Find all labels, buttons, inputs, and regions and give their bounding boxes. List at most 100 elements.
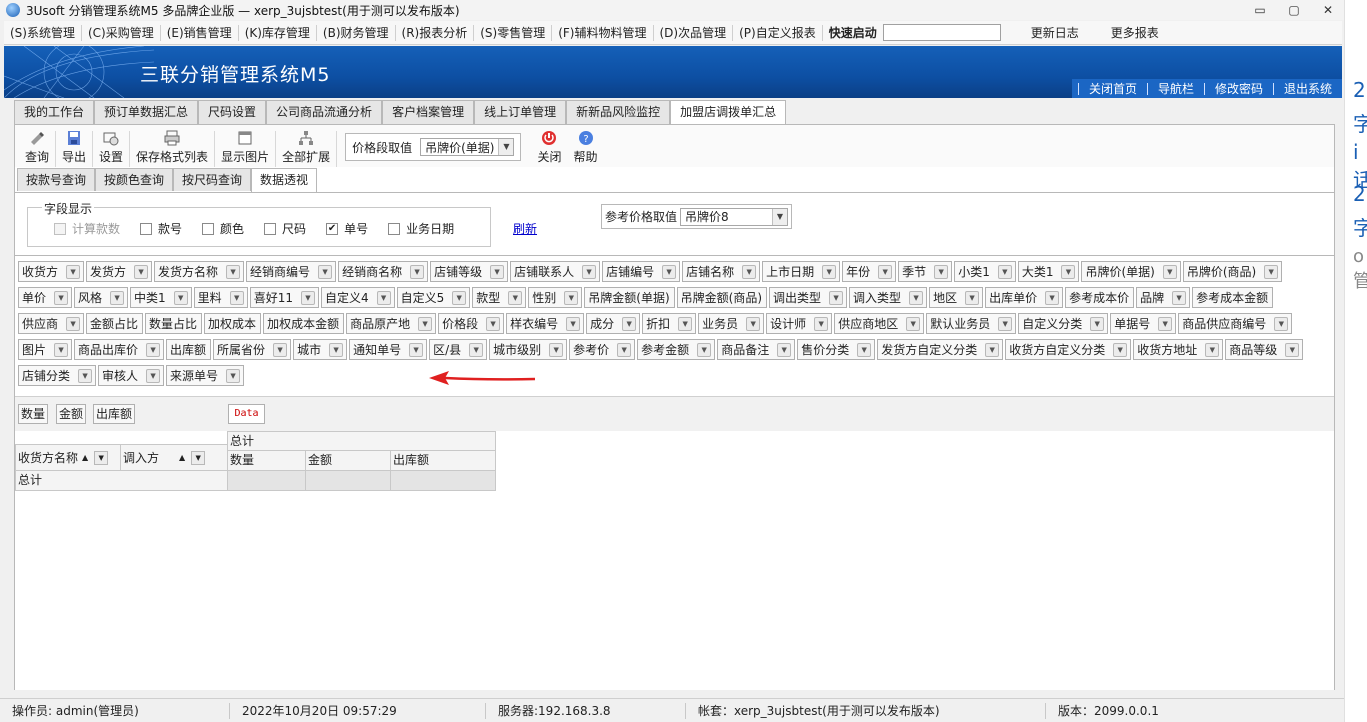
pivot-field-button[interactable]: 图片 ▼ <box>18 339 73 360</box>
chevron-down-icon[interactable]: ▼ <box>549 342 564 357</box>
tab-goods-flow[interactable]: 公司商品流通分析 <box>266 100 383 124</box>
chevron-down-icon[interactable]: ▼ <box>564 290 579 305</box>
pivot-field-button[interactable]: 商品原产地 ▼ <box>346 313 437 334</box>
chevron-down-icon[interactable]: ▼ <box>1045 290 1060 305</box>
logout-link[interactable]: 退出系统 <box>1272 82 1342 95</box>
chevron-down-icon[interactable]: ▼ <box>78 368 93 383</box>
checkmark-icon[interactable]: ✔ <box>326 222 339 235</box>
chevron-down-icon[interactable]: ▼ <box>110 290 125 305</box>
tab-franchise-transfer[interactable]: 加盟店调拨单汇总 <box>670 100 787 125</box>
pivot-field-button[interactable]: 收货方 ▼ <box>18 261 85 282</box>
chevron-down-icon[interactable]: ▼ <box>857 342 872 357</box>
chevron-down-icon[interactable]: ▼ <box>965 290 980 305</box>
settings-button[interactable]: 设置 <box>93 131 131 167</box>
tab-size-settings[interactable]: 尺码设置 <box>198 100 267 124</box>
chevron-down-icon[interactable]: ▼ <box>1274 316 1289 331</box>
pivot-field-button[interactable]: 参考成本金额 <box>1192 287 1274 308</box>
pivot-field-button[interactable]: 性别 ▼ <box>528 287 583 308</box>
chevron-down-icon[interactable]: ▼ <box>777 342 792 357</box>
pivot-field-button[interactable]: 样衣编号 ▼ <box>506 313 585 334</box>
checkbox-order-no[interactable]: ✔ 单号 <box>326 220 368 237</box>
pivot-field-button[interactable]: 发货方名称 ▼ <box>154 261 245 282</box>
pivot-field-button[interactable]: 单据号 ▼ <box>1110 313 1177 334</box>
pivot-field-button[interactable]: 吊牌金额(单据) <box>584 287 675 308</box>
refresh-link[interactable]: 刷新 <box>513 220 537 237</box>
chevron-down-icon[interactable]: ▼ <box>746 316 761 331</box>
pivot-field-button[interactable]: 店铺等级 ▼ <box>430 261 509 282</box>
pivot-field-button[interactable]: 自定义5 ▼ <box>396 287 471 308</box>
pivot-field-button[interactable]: 设计师 ▼ <box>766 313 833 334</box>
chevron-down-icon[interactable]: ▼ <box>452 290 467 305</box>
checkbox-size[interactable]: 尺码 <box>264 220 306 237</box>
expand-all-button[interactable]: 全部扩展 <box>276 131 338 167</box>
subtab-by-color[interactable]: 按颜色查询 <box>95 168 174 191</box>
pivot-field-button[interactable]: 单价 ▼ <box>18 287 73 308</box>
tab-preorder-summary[interactable]: 预订单数据汇总 <box>94 100 199 124</box>
chevron-down-icon[interactable]: ▼ <box>829 290 844 305</box>
pivot-field-button[interactable]: 经销商名称 ▼ <box>338 261 429 282</box>
chevron-down-icon[interactable]: ▼ <box>997 264 1012 279</box>
chevron-down-icon[interactable]: ▼ <box>486 316 501 331</box>
pivot-field-button[interactable]: 吊牌金额(商品) <box>676 287 768 308</box>
menu-system[interactable]: (S)系统管理 <box>4 24 82 41</box>
chevron-down-icon[interactable]: ▼ <box>566 316 581 331</box>
more-reports-link[interactable]: 更多报表 <box>1095 24 1175 41</box>
pivot-field-button[interactable]: 吊牌价(单据) ▼ <box>1081 261 1181 282</box>
chevron-down-icon[interactable]: ▼ <box>1205 342 1220 357</box>
data-field-qty[interactable]: 数量 <box>18 404 49 424</box>
menu-finance[interactable]: (B)财务管理 <box>317 24 396 41</box>
chevron-down-icon[interactable]: ▼ <box>1162 264 1177 279</box>
chevron-down-icon[interactable]: ▼ <box>998 316 1013 331</box>
pivot-field-button[interactable]: 参考金额 ▼ <box>637 339 716 360</box>
subtab-by-size[interactable]: 按尺码查询 <box>173 168 252 191</box>
pivot-field-button[interactable]: 参考成本价 <box>1065 287 1135 308</box>
checkbox-style-no[interactable]: 款号 <box>140 220 182 237</box>
pivot-field-button[interactable]: 供应商 ▼ <box>18 313 85 334</box>
pivot-field-button[interactable]: 风格 ▼ <box>74 287 129 308</box>
pivot-field-button[interactable]: 店铺联系人 ▼ <box>510 261 601 282</box>
pivot-field-button[interactable]: 大类1 ▼ <box>1017 261 1080 282</box>
pivot-field-button[interactable]: 出库额 <box>166 339 212 360</box>
pivot-field-button[interactable]: 经销商编号 ▼ <box>246 261 337 282</box>
pivot-field-button[interactable]: 款型 ▼ <box>472 287 527 308</box>
minimize-icon[interactable]: ▭ <box>1252 2 1268 18</box>
pivot-field-button[interactable]: 默认业务员 ▼ <box>926 313 1017 334</box>
chevron-down-icon[interactable]: ▼ <box>146 368 161 383</box>
chevron-down-icon[interactable]: ▼ <box>226 264 241 279</box>
close-button[interactable]: 关闭 <box>531 131 567 167</box>
query-button[interactable]: 查询 <box>19 131 57 167</box>
pivot-field-button[interactable]: 业务员 ▼ <box>698 313 765 334</box>
chevron-down-icon[interactable]: ▼ <box>742 264 757 279</box>
chevron-down-icon[interactable]: ▼ <box>1158 316 1173 331</box>
pivot-field-button[interactable]: 里料 ▼ <box>193 287 248 308</box>
pivot-field-button[interactable]: 小类1 ▼ <box>954 261 1016 282</box>
pivot-field-button[interactable]: 收货方地址 ▼ <box>1133 339 1224 360</box>
chevron-down-icon[interactable]: ▼ <box>94 450 109 465</box>
pivot-field-button[interactable]: 发货方 ▼ <box>86 261 153 282</box>
pivot-field-button[interactable]: 加权成本 <box>204 313 262 334</box>
pivot-field-button[interactable]: 调出类型 ▼ <box>769 287 848 308</box>
chevron-down-icon[interactable]: ▼ <box>1061 264 1076 279</box>
checkbox-box[interactable] <box>202 222 215 235</box>
quick-start-input[interactable] <box>882 24 1001 41</box>
chevron-down-icon[interactable]: ▼ <box>66 264 81 279</box>
menu-defects[interactable]: (D)次品管理 <box>654 24 734 41</box>
pivot-field-button[interactable]: 店铺编号 ▼ <box>602 261 681 282</box>
chevron-down-icon[interactable]: ▼ <box>226 368 241 383</box>
menu-materials[interactable]: (F)辅料物料管理 <box>552 24 654 41</box>
pivot-field-button[interactable]: 商品出库价 ▼ <box>74 339 165 360</box>
pivot-field-button[interactable]: 金额占比 <box>86 313 144 334</box>
chevron-down-icon[interactable]: ▼ <box>622 316 637 331</box>
checkbox-business-date[interactable]: 业务日期 <box>388 220 454 237</box>
pivot-field-button[interactable]: 中类1 ▼ <box>130 287 192 308</box>
pivot-field-button[interactable]: 品牌 ▼ <box>1136 287 1191 308</box>
pivot-field-button[interactable]: 收货方自定义分类 ▼ <box>1005 339 1132 360</box>
pivot-field-button[interactable]: 年份 ▼ <box>842 261 897 282</box>
pivot-field-button[interactable]: 地区 ▼ <box>929 287 984 308</box>
tab-online-orders[interactable]: 线上订单管理 <box>474 100 567 124</box>
menu-retail[interactable]: (S)零售管理 <box>474 24 553 41</box>
price-range-select[interactable]: 吊牌价(单据) ▼ <box>420 138 515 156</box>
checkbox-color[interactable]: 颜色 <box>202 220 244 237</box>
pivot-field-button[interactable]: 喜好11 ▼ <box>249 287 319 308</box>
chevron-down-icon[interactable]: ▼ <box>985 342 1000 357</box>
